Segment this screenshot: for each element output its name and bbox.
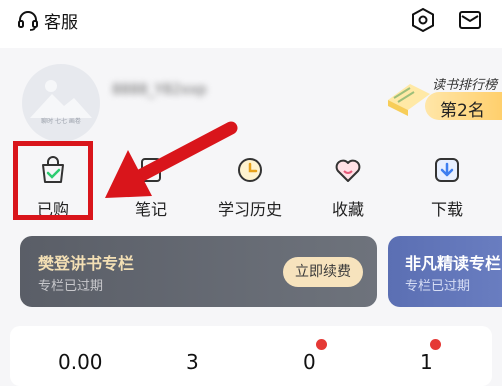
customer-service-button[interactable]: 客服	[16, 6, 78, 34]
notification-dot	[316, 339, 327, 350]
card-title: 樊登讲书专栏	[38, 254, 135, 273]
card-subtitle: 专栏已过期	[38, 279, 104, 294]
menu-label-favorites: 收藏	[331, 200, 364, 219]
avatar[interactable]: 聊时 七七 画卷	[22, 64, 100, 142]
highlight-box	[13, 141, 93, 220]
notification-dot	[430, 339, 441, 350]
ranking-value: 第2名	[440, 101, 485, 121]
menu-item-downloads[interactable]: 下载	[402, 140, 492, 230]
stat-count[interactable]: 0	[303, 350, 316, 374]
menu-label-notes: 笔记	[134, 200, 167, 219]
menu-item-favorites[interactable]: 收藏	[303, 140, 393, 230]
card-title: 非凡精读专栏	[405, 254, 502, 273]
ranking-label[interactable]: 读书排行榜	[432, 74, 497, 93]
username[interactable]: 8888_Y82xxp	[112, 82, 206, 98]
menu-item-history[interactable]: 学习历史	[205, 140, 295, 230]
headset-icon	[18, 11, 38, 31]
customer-service-label: 客服	[44, 12, 78, 33]
stat-count[interactable]: 3	[186, 350, 199, 374]
card-subtitle: 专栏已过期	[405, 279, 471, 294]
menu-label-downloads: 下载	[430, 200, 463, 219]
stat-value: 0.00	[58, 350, 103, 374]
hexagon-settings-icon[interactable]	[409, 6, 437, 34]
menu-item-notes[interactable]: 笔记	[106, 140, 196, 230]
heart-icon	[335, 159, 361, 182]
clock-icon	[238, 158, 262, 182]
download-icon	[435, 158, 459, 182]
avatar-caption: 聊时 七七 画卷	[41, 118, 81, 125]
menu-label-history: 学习历史	[217, 200, 282, 219]
stat-balance[interactable]: 0.00	[58, 350, 103, 374]
mail-icon[interactable]	[456, 6, 484, 34]
mountain-placeholder-icon	[30, 80, 92, 118]
renew-button[interactable]: 立即续费	[283, 257, 363, 287]
note-icon	[141, 158, 161, 182]
stat-count[interactable]: 1	[420, 350, 433, 374]
